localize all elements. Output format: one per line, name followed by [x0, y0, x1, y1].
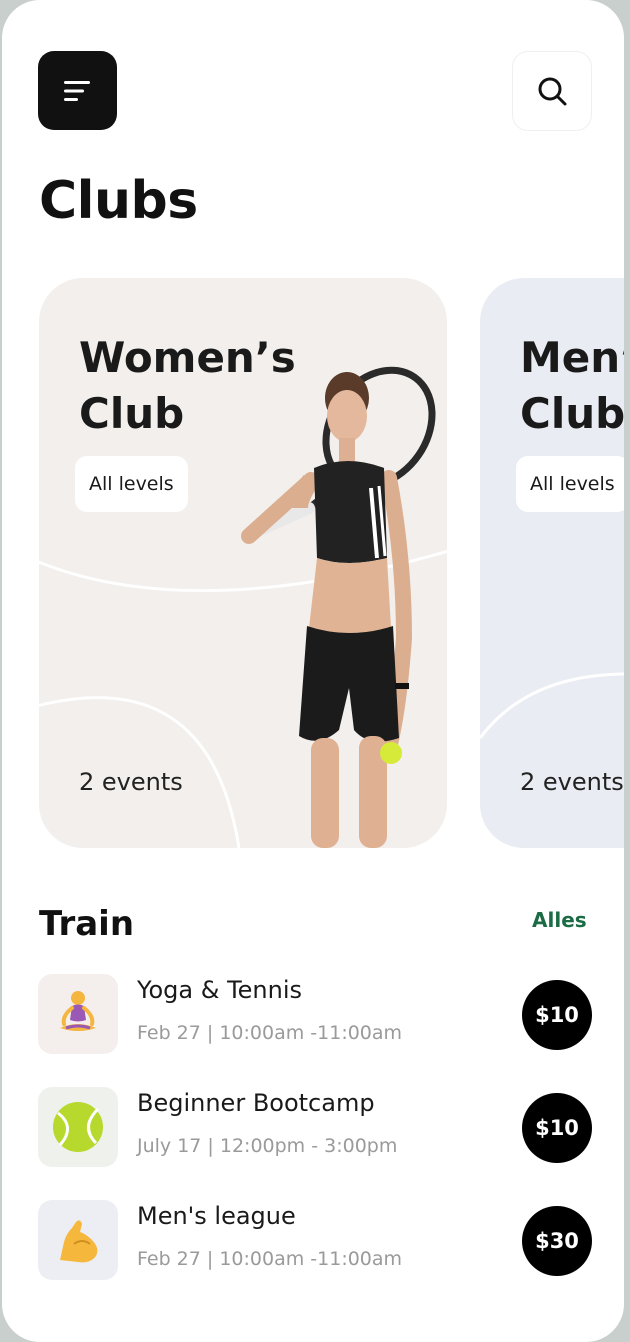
train-item-name: Yoga & Tennis	[137, 976, 303, 1004]
search-icon	[538, 77, 567, 106]
club-name-line2: Club	[79, 389, 185, 438]
club-card-womens[interactable]: Women’s Club All levels 2 events	[39, 278, 447, 848]
train-item-name: Beginner Bootcamp	[137, 1089, 375, 1117]
train-item-mens-league[interactable]: Men's league Feb 27 | 10:00am -11:00am $…	[2, 1200, 624, 1290]
train-item-name: Men's league	[137, 1202, 296, 1230]
club-name: Women’s Club	[79, 330, 296, 442]
train-icon-tile	[38, 1087, 118, 1167]
menu-icon	[63, 80, 90, 101]
train-item-beginner-bootcamp[interactable]: Beginner Bootcamp July 17 | 12:00pm - 3:…	[2, 1087, 624, 1177]
train-section-title: Train	[39, 904, 135, 944]
level-badge: All levels	[516, 456, 624, 512]
level-badge: All levels	[75, 456, 188, 512]
price-badge[interactable]: $10	[522, 1093, 592, 1163]
club-name-line1: Women’s	[79, 333, 296, 382]
train-item-yoga-tennis[interactable]: Yoga & Tennis Feb 27 | 10:00am -11:00am …	[2, 974, 624, 1064]
search-button[interactable]	[512, 51, 592, 131]
train-icon-tile	[38, 974, 118, 1054]
menu-button[interactable]	[38, 51, 117, 130]
meditation-icon	[60, 991, 96, 1031]
train-item-time: July 17 | 12:00pm - 3:00pm	[137, 1135, 398, 1157]
page-title: Clubs	[39, 171, 198, 231]
price-badge[interactable]: $10	[522, 980, 592, 1050]
train-icon-tile	[38, 1200, 118, 1280]
train-item-time: Feb 27 | 10:00am -11:00am	[137, 1022, 403, 1044]
club-name-line2: Club	[520, 389, 624, 438]
events-count: 2 events	[79, 768, 183, 796]
club-name-line1: Men’s	[520, 333, 624, 382]
price-badge[interactable]: $30	[522, 1206, 592, 1276]
train-item-time: Feb 27 | 10:00am -11:00am	[137, 1248, 403, 1270]
flexed-biceps-icon	[60, 1220, 98, 1263]
club-name: Men’s Club	[520, 330, 624, 442]
club-card-mens[interactable]: Men’s Club All levels 2 events	[480, 278, 624, 848]
phone-screen: Clubs Women’s Club All levels 2 events M…	[2, 0, 624, 1342]
events-count: 2 events	[520, 768, 624, 796]
tennis-ball-icon	[53, 1102, 103, 1152]
see-all-link[interactable]: Alles	[532, 908, 587, 932]
